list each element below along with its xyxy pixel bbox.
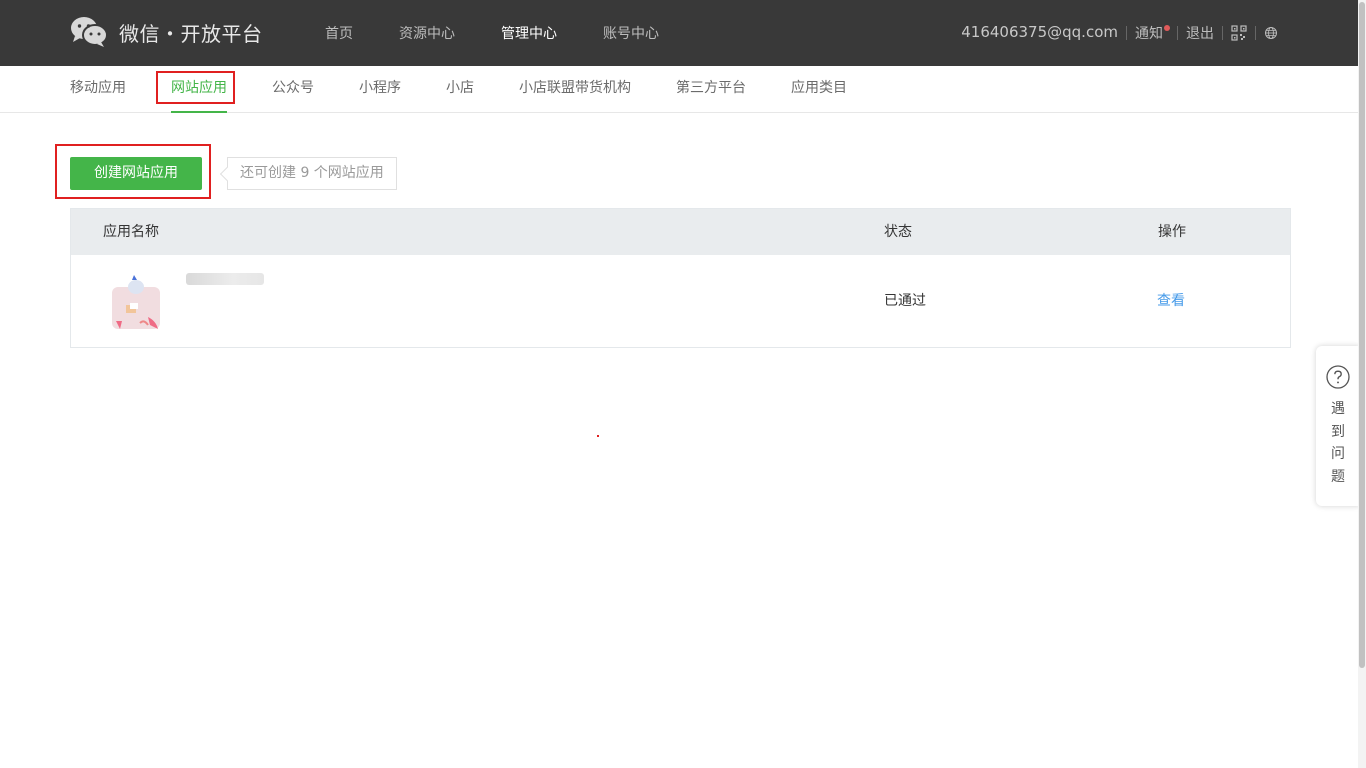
create-website-app-button[interactable]: 创建网站应用 — [70, 157, 202, 190]
brand-logo[interactable]: 微信・开放平台 — [70, 16, 263, 48]
logout-link[interactable]: 退出 — [1186, 23, 1214, 43]
divider — [1255, 26, 1256, 40]
header-app-name: 应用名称 — [103, 224, 159, 240]
topnav-management[interactable]: 管理中心 — [501, 23, 557, 43]
help-char: 到 — [1331, 423, 1345, 440]
header-status: 状态 — [884, 224, 912, 240]
tab-shop-alliance[interactable]: 小店联盟带货机构 — [519, 66, 631, 113]
question-icon — [1326, 365, 1350, 389]
help-label: 遇 到 问 题 — [1316, 398, 1360, 488]
remaining-quota-tip: 还可创建 9 个网站应用 — [227, 157, 397, 190]
notice-text: 通知 — [1135, 26, 1163, 42]
tab-shop[interactable]: 小店 — [446, 66, 474, 113]
page-scrollbar[interactable] — [1358, 0, 1366, 768]
notice-dot — [1164, 25, 1170, 31]
table-row: 已通过 查看 — [71, 255, 1290, 348]
brand-title: 微信・开放平台 — [119, 21, 263, 46]
tab-official-accounts[interactable]: 公众号 — [272, 66, 314, 113]
wechat-logo-icon — [71, 17, 108, 47]
topnav-home[interactable]: 首页 — [325, 23, 353, 43]
top-navigation: 首页 资源中心 管理中心 账号中心 — [325, 0, 705, 66]
header-action: 操作 — [1158, 224, 1186, 240]
app-icon-image — [112, 275, 160, 329]
app-name-blurred — [186, 273, 264, 285]
scrollbar-thumb[interactable] — [1359, 2, 1365, 668]
globe-icon[interactable] — [1264, 26, 1278, 40]
view-app-link[interactable]: 查看 — [1157, 255, 1185, 348]
notice-link[interactable]: 通知 — [1135, 23, 1170, 43]
website-app-table: 应用名称 状态 操作 已通过 查看 — [70, 208, 1291, 348]
divider — [1222, 26, 1223, 40]
help-float-button[interactable]: 遇 到 问 题 — [1316, 346, 1360, 506]
tab-mini-programs[interactable]: 小程序 — [359, 66, 401, 113]
account-bar: 416406375@qq.com 通知 退出 — [961, 0, 1278, 66]
qrcode-icon[interactable] — [1231, 25, 1247, 41]
top-header: 微信・开放平台 首页 资源中心 管理中心 账号中心 416406375@qq.c… — [0, 0, 1358, 66]
help-char: 遇 — [1331, 401, 1345, 417]
tab-mobile-apps[interactable]: 移动应用 — [70, 66, 126, 113]
help-char: 问 — [1331, 446, 1345, 462]
table-header: 应用名称 状态 操作 — [71, 209, 1290, 255]
topnav-resources[interactable]: 资源中心 — [399, 23, 455, 43]
divider — [1126, 26, 1127, 40]
app-status: 已通过 — [884, 293, 926, 309]
tab-third-party[interactable]: 第三方平台 — [676, 66, 746, 113]
tab-app-categories[interactable]: 应用类目 — [791, 66, 847, 113]
active-tab-underline — [171, 111, 227, 113]
divider — [1177, 26, 1178, 40]
help-char: 题 — [1331, 468, 1345, 485]
notice-label: 通知 — [1135, 25, 1170, 42]
stray-marker — [597, 435, 599, 437]
account-email[interactable]: 416406375@qq.com — [961, 23, 1118, 41]
highlight-box-tab — [156, 71, 235, 104]
topnav-account[interactable]: 账号中心 — [603, 23, 659, 43]
